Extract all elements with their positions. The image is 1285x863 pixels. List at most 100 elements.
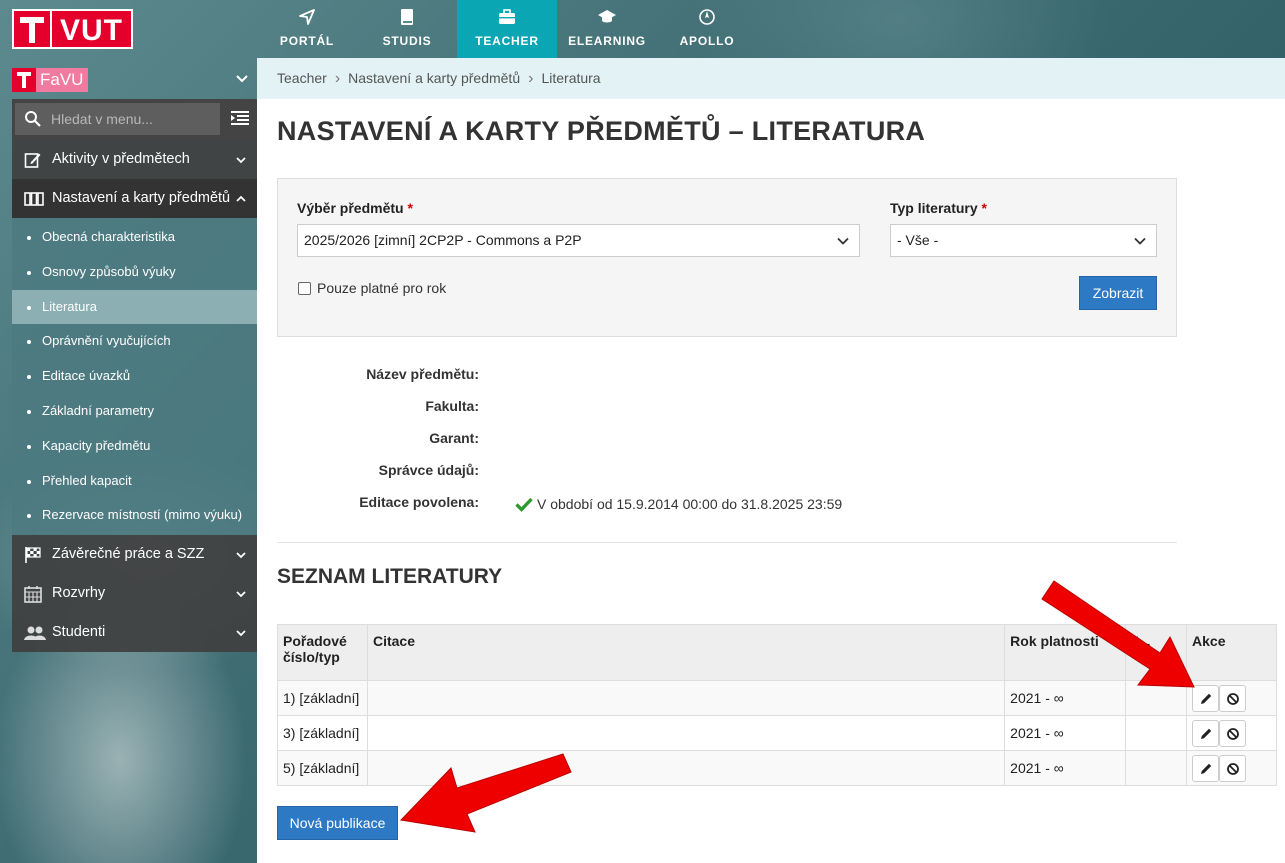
nav-studis[interactable]: STUDIS bbox=[357, 0, 457, 58]
type-label: Typ literatury * bbox=[890, 200, 987, 216]
col-citation[interactable]: Citace bbox=[366, 624, 1006, 681]
col-year[interactable]: Rok platnosti bbox=[1004, 624, 1127, 681]
valid-only-label: Pouze platné pro rok bbox=[317, 280, 447, 296]
valid-only-checkbox[interactable]: Pouze platné pro rok bbox=[298, 280, 446, 296]
breadcrumb-settings[interactable]: Nastavení a karty předmětů bbox=[348, 58, 520, 99]
info-row-admin: Správce údajů: bbox=[277, 462, 1157, 494]
checkbox-box[interactable] bbox=[298, 281, 311, 295]
faculty-name: FaVU bbox=[36, 68, 89, 92]
sidebar-item-permissions[interactable]: Oprávnění vyučujících bbox=[12, 324, 257, 359]
sidebar-item-general[interactable]: Obecná charakteristika bbox=[12, 220, 257, 255]
sidebar-section-theses[interactable]: Závěrečné práce a SZZ bbox=[12, 535, 257, 575]
pencil-icon bbox=[1201, 728, 1212, 739]
faculty-badge: FaVU bbox=[12, 68, 89, 92]
nav-teacher[interactable]: TEACHER bbox=[457, 0, 557, 58]
sidebar-item-literature[interactable]: Literatura bbox=[12, 289, 257, 325]
chevron-down-icon bbox=[236, 630, 246, 637]
sidebar-section-label: Závěrečné práce a SZZ bbox=[52, 546, 205, 563]
sidebar-section-label: Rozvrhy bbox=[52, 585, 106, 602]
subject-label: Výběr předmětu * bbox=[297, 200, 413, 216]
literature-table: Pořadové číslo/typ Citace Rok platnosti … bbox=[277, 624, 1277, 786]
faculty-switcher[interactable]: FaVU bbox=[12, 68, 257, 92]
edit-button[interactable] bbox=[1192, 754, 1220, 782]
ban-icon bbox=[1227, 762, 1239, 775]
divider bbox=[277, 542, 1177, 543]
required-mark: * bbox=[407, 200, 413, 216]
table-header-row: Pořadové číslo/typ Citace Rok platnosti … bbox=[277, 624, 1277, 681]
main-nav: PORTÁL STUDIS TEACHER ELEARNING APOLLO bbox=[257, 0, 757, 58]
nav-teacher-label: TEACHER bbox=[475, 34, 539, 48]
subject-info: Název předmětu: Fakulta: Garant: Správce… bbox=[277, 366, 1157, 526]
page-title: NASTAVENÍ A KARTY PŘEDMĚTŮ – LITERATURA bbox=[277, 116, 926, 146]
chevron-down-icon bbox=[837, 237, 849, 245]
sidebar-section-schedules[interactable]: Rozvrhy bbox=[12, 574, 257, 614]
col-language[interactable]: J... bbox=[1125, 624, 1188, 681]
show-button[interactable]: Zobrazit bbox=[1079, 276, 1157, 310]
cell-order: 1) [základní] bbox=[277, 680, 368, 716]
nav-apollo[interactable]: APOLLO bbox=[657, 0, 757, 58]
cell-language bbox=[1125, 715, 1188, 751]
sidebar-section-label: Nastavení a karty předmětů bbox=[52, 190, 231, 206]
sidebar-item-parameters[interactable]: Základní parametry bbox=[12, 394, 257, 429]
info-row-name: Název předmětu: bbox=[277, 366, 1157, 398]
sidebar-item-room-reservation[interactable]: Rezervace místností (mimo výuku) bbox=[12, 498, 257, 533]
literature-type-value: - Vše - bbox=[897, 232, 939, 248]
subject-select[interactable]: 2025/2026 [zimní] 2CP2P - Commons a P2P bbox=[297, 224, 860, 257]
sidebar-section-label: Aktivity v předmětech bbox=[52, 151, 190, 167]
subject-select-value: 2025/2026 [zimní] 2CP2P - Commons a P2P bbox=[304, 232, 582, 248]
info-label: Název předmětu: bbox=[366, 366, 479, 382]
rocket-icon bbox=[699, 9, 715, 25]
new-publication-button[interactable]: Nová publikace bbox=[277, 806, 398, 840]
col-actions: Akce bbox=[1186, 624, 1277, 681]
info-row-faculty: Fakulta: bbox=[277, 398, 1157, 430]
nav-elearning[interactable]: ELEARNING bbox=[557, 0, 657, 58]
info-row-edit: Editace povolena: V období od 15.9.2014 … bbox=[277, 494, 1157, 526]
filter-panel: Výběr předmětu * 2025/2026 [zimní] 2CP2P… bbox=[277, 178, 1177, 337]
cell-actions bbox=[1186, 750, 1277, 786]
deactivate-button[interactable] bbox=[1219, 719, 1247, 747]
table-row: 1) [základní] 2021 - ∞ bbox=[277, 680, 1277, 716]
vut-t-logo-icon bbox=[12, 9, 52, 49]
cell-year: 2021 - ∞ bbox=[1004, 680, 1127, 716]
sidebar-item-syllabus[interactable]: Osnovy způsobů výuky bbox=[12, 255, 257, 290]
edit-button[interactable] bbox=[1192, 684, 1220, 712]
vut-logo-text: VUT bbox=[52, 9, 133, 49]
edit-period-value: V období od 15.9.2014 00:00 do 31.8.2025… bbox=[515, 496, 842, 512]
deactivate-button[interactable] bbox=[1219, 684, 1247, 712]
users-icon bbox=[24, 626, 46, 641]
edit-button[interactable] bbox=[1192, 719, 1220, 747]
sidebar-item-workload[interactable]: Editace úvazků bbox=[12, 359, 257, 394]
breadcrumb-separator-icon: › bbox=[334, 70, 341, 87]
cell-language bbox=[1125, 680, 1188, 716]
col-order[interactable]: Pořadové číslo/typ bbox=[277, 624, 368, 681]
deactivate-button[interactable] bbox=[1219, 754, 1247, 782]
sidebar-search-input[interactable] bbox=[51, 103, 216, 135]
sidebar-section-settings[interactable]: Nastavení a karty předmětů bbox=[12, 179, 257, 218]
nav-apollo-label: APOLLO bbox=[679, 34, 735, 48]
checkmark-icon bbox=[515, 497, 533, 512]
cell-year: 2021 - ∞ bbox=[1004, 750, 1127, 786]
nav-portal[interactable]: PORTÁL bbox=[257, 0, 357, 58]
cell-citation bbox=[366, 715, 1006, 751]
breadcrumb: Teacher › Nastavení a karty předmětů › L… bbox=[257, 58, 1285, 99]
cell-language bbox=[1125, 750, 1188, 786]
breadcrumb-teacher[interactable]: Teacher bbox=[277, 58, 327, 99]
faculty-t-logo-icon bbox=[12, 68, 36, 92]
top-bar: VUT PORTÁL STUDIS TEACHER ELEARNING APOL… bbox=[0, 0, 1285, 58]
literature-type-select[interactable]: - Vše - bbox=[890, 224, 1157, 257]
sidebar-section-activities[interactable]: Aktivity v předmětech bbox=[12, 140, 257, 179]
sidebar: Aktivity v předmětech Nastavení a karty … bbox=[12, 99, 257, 653]
type-label-text: Typ literatury bbox=[890, 200, 978, 216]
chevron-down-icon bbox=[236, 75, 248, 83]
menu-collapse-icon[interactable] bbox=[231, 110, 249, 126]
briefcase-icon bbox=[499, 9, 515, 24]
navigation-arrow-icon bbox=[299, 9, 315, 25]
sidebar-item-capacities[interactable]: Kapacity předmětu bbox=[12, 429, 257, 464]
sidebar-item-capacity-overview[interactable]: Přehled kapacit bbox=[12, 464, 257, 499]
vut-logo[interactable]: VUT bbox=[12, 9, 133, 49]
cell-order: 5) [základní] bbox=[277, 750, 368, 786]
pencil-icon bbox=[1201, 763, 1212, 774]
sidebar-section-students[interactable]: Studenti bbox=[12, 613, 257, 653]
cell-citation bbox=[366, 750, 1006, 786]
literature-list-title: SEZNAM LITERATURY bbox=[277, 565, 503, 588]
